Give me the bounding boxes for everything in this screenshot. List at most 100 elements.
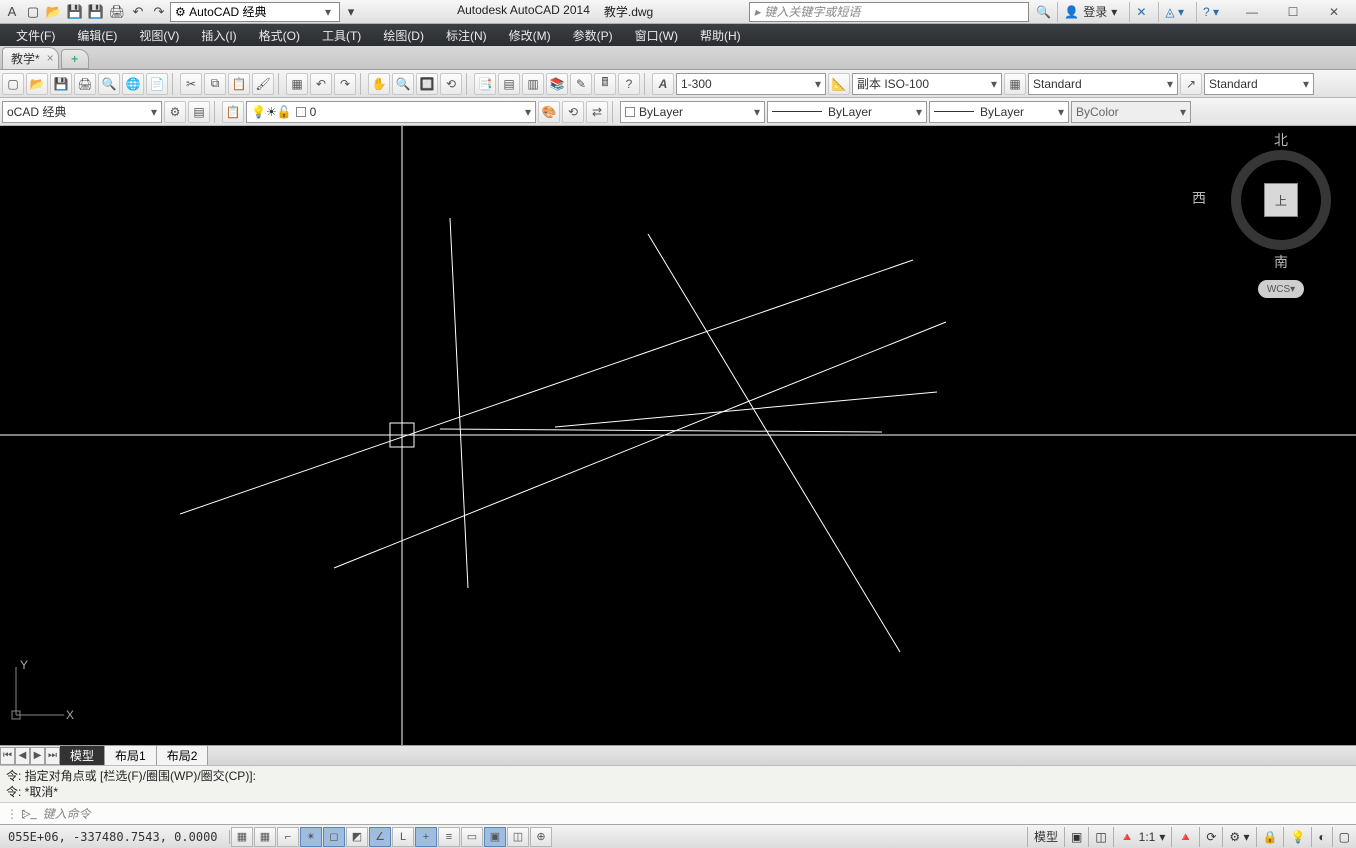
viewcube-west[interactable]: 西 xyxy=(1192,188,1206,208)
drawing-canvas[interactable]: Y X 北 上 西 东 南 WCS ▾ xyxy=(0,126,1356,745)
search-icon[interactable]: 🔍 xyxy=(1036,5,1051,19)
saveas-icon[interactable]: 💾 xyxy=(86,2,106,22)
menu-window[interactable]: 窗口(W) xyxy=(625,25,688,46)
anno-vis-button[interactable]: 🔺 xyxy=(1171,827,1199,847)
wcs-badge[interactable]: WCS ▾ xyxy=(1258,280,1304,298)
help-button[interactable]: ? xyxy=(618,73,640,95)
tab-layout2[interactable]: 布局2 xyxy=(157,746,209,765)
cut-button[interactable]: ✂ xyxy=(180,73,202,95)
preview-button[interactable]: 🔍 xyxy=(98,73,120,95)
table-icon[interactable]: ▦ xyxy=(1004,73,1026,95)
color-combo[interactable]: ByLayer▾ xyxy=(620,101,765,123)
exchange-icon[interactable]: ✕ xyxy=(1129,2,1152,22)
zoom-rt-button[interactable]: 🔍 xyxy=(392,73,414,95)
coordinates[interactable]: 055E+06, -337480.7543, 0.0000 xyxy=(0,830,230,844)
anno-auto-button[interactable]: ⟳ xyxy=(1199,827,1222,847)
pan-button[interactable]: ✋ xyxy=(368,73,390,95)
menu-parametric[interactable]: 参数(P) xyxy=(563,25,623,46)
sc-button[interactable]: ◫ xyxy=(507,827,529,847)
ortho-button[interactable]: ⌐ xyxy=(277,827,299,847)
layer-match-button[interactable]: 🎨 xyxy=(538,101,560,123)
menu-edit[interactable]: 编辑(E) xyxy=(67,25,127,46)
layer-props-button[interactable]: 📋 xyxy=(222,101,244,123)
redo-button[interactable]: ↷ xyxy=(334,73,356,95)
tab-nav-next[interactable]: ▶ xyxy=(30,747,45,765)
toolpalettes-button[interactable]: ▥ xyxy=(522,73,544,95)
designcenter-button[interactable]: ▤ xyxy=(498,73,520,95)
tab-close-icon[interactable]: × xyxy=(47,51,54,65)
menu-dimension[interactable]: 标注(N) xyxy=(436,25,497,46)
viewcube-north[interactable]: 北 xyxy=(1222,130,1340,150)
calc-button[interactable]: 🖩 xyxy=(594,73,616,95)
maximize-button[interactable]: ☐ xyxy=(1273,2,1313,22)
markup-button[interactable]: ✎ xyxy=(570,73,592,95)
mleader-icon[interactable]: ↗ xyxy=(1180,73,1202,95)
new-button[interactable]: ▢ xyxy=(2,73,24,95)
lwt-button[interactable]: ≡ xyxy=(438,827,460,847)
cmd-grip-icon[interactable]: ⋮⋮ xyxy=(6,807,16,821)
open-icon[interactable]: 📂 xyxy=(44,2,64,22)
copy-button[interactable]: ⧉ xyxy=(204,73,226,95)
3ddwf-button[interactable]: 📄 xyxy=(146,73,168,95)
redo-icon[interactable]: ↷ xyxy=(149,2,169,22)
tpy-button[interactable]: ▭ xyxy=(461,827,483,847)
undo-icon[interactable]: ↶ xyxy=(128,2,148,22)
help-icon[interactable]: ? ▾ xyxy=(1196,2,1225,22)
layer-combo[interactable]: 💡 ☀ 🔓 0 ▾ xyxy=(246,101,536,123)
menu-format[interactable]: 格式(O) xyxy=(249,25,310,46)
textstyle-combo[interactable]: Standard▾ xyxy=(1028,73,1178,95)
3dosnap-button[interactable]: ◩ xyxy=(346,827,368,847)
menu-modify[interactable]: 修改(M) xyxy=(499,25,561,46)
properties-button[interactable]: 📑 xyxy=(474,73,496,95)
linetype-combo[interactable]: ByLayer▾ xyxy=(767,101,927,123)
qp-button[interactable]: ▣ xyxy=(484,827,506,847)
view-cube[interactable]: 北 上 西 东 南 WCS ▾ xyxy=(1222,136,1340,298)
quickview-button[interactable]: ◫ xyxy=(1088,827,1112,847)
block-button[interactable]: ▦ xyxy=(286,73,308,95)
login-button[interactable]: 👤 登录 ▾ xyxy=(1057,2,1123,22)
workspace-selector[interactable]: ⚙ AutoCAD 经典 ▾ xyxy=(170,2,340,22)
minimize-button[interactable]: — xyxy=(1232,2,1272,22)
textstyle-icon[interactable]: A xyxy=(652,73,674,95)
save-icon[interactable]: 💾 xyxy=(65,2,85,22)
tab-layout1[interactable]: 布局1 xyxy=(105,746,157,765)
tablestyle-combo[interactable]: Standard▾ xyxy=(1204,73,1314,95)
tab-model[interactable]: 模型 xyxy=(60,746,105,765)
viewcube-top[interactable]: 上 xyxy=(1264,183,1298,217)
snap-button[interactable]: ▦ xyxy=(231,827,253,847)
workspace-settings-icon[interactable]: ⚙ xyxy=(164,101,186,123)
app-menu-button[interactable]: A xyxy=(2,2,22,22)
tab-nav-last[interactable]: ⏭ xyxy=(45,747,60,765)
layer-state-button[interactable]: ⇄ xyxy=(586,101,608,123)
search-input[interactable]: ▸ 键入关键字或短语 xyxy=(749,2,1029,22)
anno-scale[interactable]: 🔺 1:1 ▾ xyxy=(1113,827,1172,847)
osnap-button[interactable]: ◻ xyxy=(323,827,345,847)
am-button[interactable]: ⊕ xyxy=(530,827,552,847)
ws-switch-button[interactable]: ⚙ ▾ xyxy=(1222,827,1255,847)
layout-grid-button[interactable]: ▣ xyxy=(1064,827,1088,847)
ducs-button[interactable]: L xyxy=(392,827,414,847)
qat-dropdown-icon[interactable]: ▾ xyxy=(341,2,361,22)
save-button[interactable]: 💾 xyxy=(50,73,72,95)
file-tab-active[interactable]: 教学* × xyxy=(2,47,59,69)
model-paper-toggle[interactable]: 模型 xyxy=(1027,827,1064,847)
toolbar-lock-button[interactable]: 🔒 xyxy=(1256,827,1284,847)
autodesk360-icon[interactable]: ◬ ▾ xyxy=(1158,2,1190,22)
menu-file[interactable]: 文件(F) xyxy=(6,25,65,46)
tab-nav-prev[interactable]: ◀ xyxy=(15,747,30,765)
print-button[interactable]: 🖨 xyxy=(74,73,96,95)
matchprop-button[interactable]: 🖌 xyxy=(252,73,274,95)
sheetset-button[interactable]: 📚 xyxy=(546,73,568,95)
menu-help[interactable]: 帮助(H) xyxy=(690,25,751,46)
otrack-button[interactable]: ∠ xyxy=(369,827,391,847)
undo-button[interactable]: ↶ xyxy=(310,73,332,95)
menu-draw[interactable]: 绘图(D) xyxy=(373,25,434,46)
zoom-win-button[interactable]: 🔲 xyxy=(416,73,438,95)
hardware-accel-button[interactable]: 💡 xyxy=(1283,827,1311,847)
dyn-button[interactable]: + xyxy=(415,827,437,847)
tab-nav-first[interactable]: ⏮ xyxy=(0,747,15,765)
workspace-combo[interactable]: oCAD 经典▾ xyxy=(2,101,162,123)
layer-prev-button[interactable]: ⟲ xyxy=(562,101,584,123)
dimstyle-combo[interactable]: 副本 ISO-100▾ xyxy=(852,73,1002,95)
scale-combo[interactable]: 1-300▾ xyxy=(676,73,826,95)
